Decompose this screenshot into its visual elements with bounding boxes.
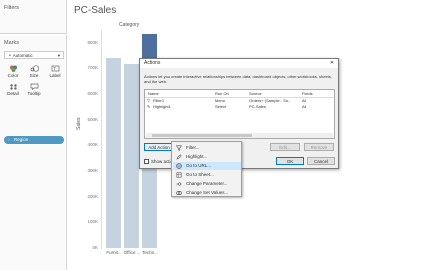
chevron-down-icon: ▾ [57,53,60,58]
marks-card: Marks ⚬ Automatic ▾ Color Size T Label D… [0,35,67,270]
highlight-icon [176,154,182,160]
filters-shelf[interactable]: Filters [0,0,67,34]
detail-card-label: Detail [7,91,19,96]
sheet-title: PC-Sales [74,5,117,16]
y-tick-label: 100K [87,219,98,225]
tooltip-card[interactable]: Tooltip [25,83,43,98]
parameter-icon [176,182,182,186]
menu-item-go-to-url[interactable]: Go to URL... [173,162,241,170]
color-icon [9,65,17,72]
detail-icon [9,84,17,90]
menu-item-label: Change Parameter... [186,181,228,186]
show-actions-checkbox[interactable] [144,159,149,164]
cancel-button[interactable]: Cancel [307,157,335,165]
col-header-fields: Fields [302,91,313,96]
marks-title: Marks [4,40,19,46]
dialog-description: Actions let you create interactive relat… [144,74,332,84]
menu-item-label: Change Set Values... [186,190,229,195]
region-pill-label: Region [14,137,29,142]
row-source: Orders+ (Sample - Su... [249,98,292,103]
actions-table[interactable]: Name Run On Source Fields ▽ Filter1 Menu… [144,89,335,139]
size-card-label: Size [29,73,39,78]
row-name: Highlight1 [153,104,171,109]
add-action-menu: Filter... Highlight... Go to URL... Go t… [171,141,242,197]
column-header: Category [119,22,140,28]
menu-item-change-set-values[interactable]: Change Set Values... [173,189,241,197]
y-tick-label: 800K [87,39,98,45]
bar[interactable] [124,63,139,248]
dialog-title: Actions [144,60,161,66]
edit-button[interactable]: Edit... [270,143,300,151]
y-tick-label: 600K [87,91,98,97]
tooltip-card-label: Tooltip [27,91,41,96]
y-tick-label: 0K [92,245,98,250]
mark-type-value: Automatic [12,53,33,58]
menu-item-change-parameter[interactable]: Change Parameter... [173,180,241,188]
label-card[interactable]: T Label [46,65,64,80]
y-tick-label: 500K [87,116,98,122]
size-icon [30,65,39,72]
row-run-on: Menu [215,98,226,103]
col-header-source: Source [249,91,262,96]
y-tick-label: 300K [87,168,98,174]
highlight-action-icon: ✎ [147,104,151,109]
scrollbar-thumb[interactable] [152,134,252,137]
detail-small-icon: ⁘ [7,137,11,142]
color-card[interactable]: Color [4,65,22,80]
y-tick-label: 200K [87,193,98,199]
remove-button[interactable]: Remove [304,143,334,151]
y-tick-label: 400K [87,142,98,148]
label-card-label: Label [49,73,61,78]
sheet-icon [176,172,182,178]
horizontal-scrollbar[interactable] [146,133,333,138]
tooltip-icon [30,83,38,90]
row-name: Filter1 [153,98,165,103]
y-tick-label: 700K [87,65,98,71]
row-fields: All [302,98,307,103]
x-category-label: Techn... [142,250,158,255]
col-header-name: Name [148,91,159,96]
row-run-on: Select [215,104,227,109]
row-fields: All [302,104,307,109]
filters-title: Filters [4,5,19,11]
menu-item-label: Highlight... [186,154,208,159]
col-header-run-on: Run On [215,91,229,96]
mark-type-dropdown[interactable]: ⚬ Automatic ▾ [4,51,64,59]
detail-card[interactable]: Detail [4,83,22,98]
menu-item-filter[interactable]: Filter... [173,144,241,152]
bar[interactable] [106,57,121,248]
close-icon[interactable]: ✕ [329,59,335,68]
bar-highlight [142,33,157,60]
row-source: PC-Sales [249,104,266,109]
label-icon: T [51,65,59,72]
menu-item-go-to-sheet[interactable]: Go to Sheet... [173,171,241,179]
url-icon [176,163,182,169]
ok-button[interactable]: OK [276,157,304,165]
region-pill[interactable]: ⁘ Region [4,136,64,144]
menu-item-label: Go to URL... [186,163,212,168]
menu-item-highlight[interactable]: Highlight... [173,153,241,161]
svg-text:T: T [53,66,56,71]
filter-icon [176,145,182,151]
dialog-titlebar[interactable]: Actions [140,59,338,68]
set-icon [176,190,182,196]
size-card[interactable]: Size [25,65,43,80]
menu-item-label: Filter... [186,145,200,150]
y-axis-line [101,30,102,249]
color-card-label: Color [7,73,19,78]
table-row[interactable]: ✎ Highlight1 Select PC-Sales All [145,104,334,110]
filter-action-icon: ▽ [147,98,151,103]
menu-item-label: Go to Sheet... [186,172,214,177]
